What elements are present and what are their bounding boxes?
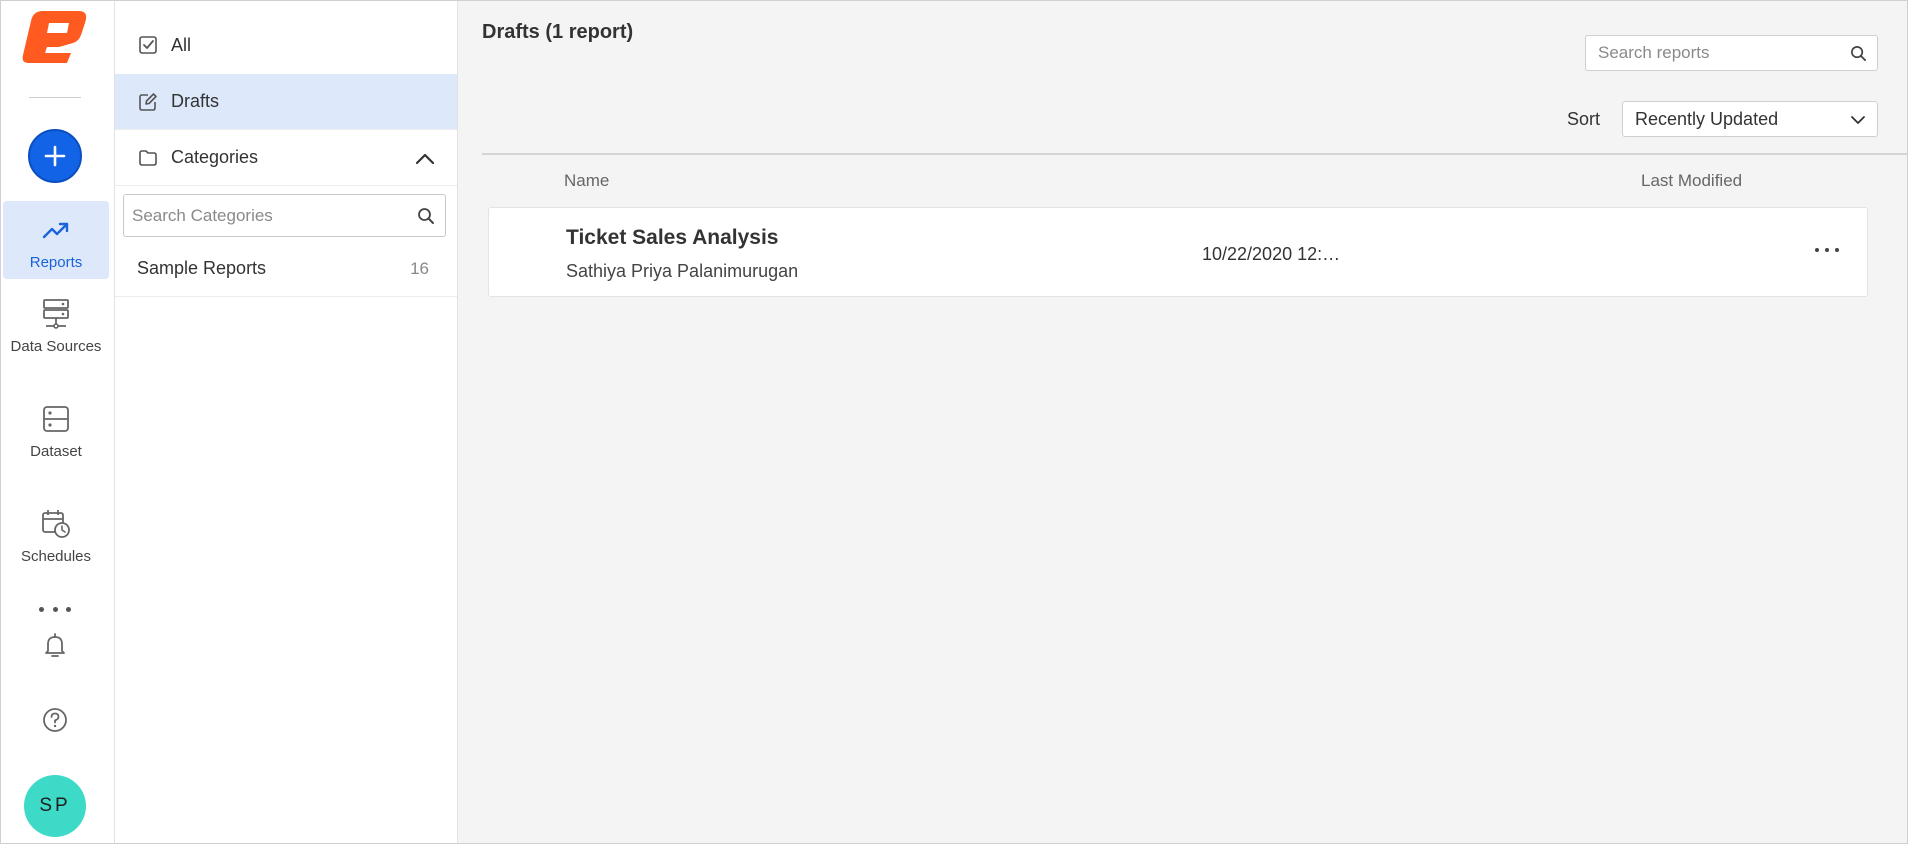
help-button[interactable] <box>39 704 71 736</box>
trending-up-icon <box>42 222 69 239</box>
bell-icon <box>45 633 65 657</box>
rail-divider <box>29 97 81 98</box>
category-panel: All Drafts Categories Search Categories … <box>115 1 458 843</box>
report-more-options-icon[interactable] <box>1815 244 1839 256</box>
help-icon <box>43 708 67 732</box>
search-icon[interactable] <box>1850 45 1867 62</box>
edit-icon <box>139 92 157 111</box>
checkbox-icon <box>139 36 157 54</box>
notifications-button[interactable] <box>39 630 71 662</box>
nav-item-schedules[interactable]: Schedules <box>3 495 109 573</box>
add-button[interactable] <box>28 129 82 183</box>
sort-value: Recently Updated <box>1635 108 1779 129</box>
dataset-icon <box>43 406 69 432</box>
app-logo-icon[interactable] <box>19 7 91 65</box>
report-owner: Sathiya Priya Palanimurugan <box>566 261 799 281</box>
category-group-label: Categories <box>171 147 259 167</box>
main-content: Drafts (1 report) Sort Recently Updated … <box>458 1 1907 843</box>
app-window: Reports Data Sources Dataset Schedules S… <box>0 0 1908 844</box>
nav-label-data-sources: Data Sources <box>10 338 102 355</box>
nav-label-dataset: Dataset <box>30 443 82 460</box>
sort-dropdown[interactable]: Recently Updated <box>1622 101 1878 137</box>
page-title: Drafts (1 report) <box>482 21 634 43</box>
column-header-last-modified[interactable]: Last Modified <box>1641 171 1742 191</box>
folder-icon <box>139 149 157 166</box>
report-last-modified: 10/22/2020 12:… <box>1202 244 1341 264</box>
report-name[interactable]: Ticket Sales Analysis <box>566 226 778 250</box>
category-drafts-label: Drafts <box>171 91 220 111</box>
category-all[interactable]: All <box>115 17 457 73</box>
more-options-icon[interactable] <box>39 601 71 617</box>
user-avatar[interactable]: SP <box>24 775 86 837</box>
category-item-count: 16 <box>410 258 429 278</box>
chevron-down-icon <box>1851 116 1865 124</box>
category-all-label: All <box>171 34 192 55</box>
sort-label: Sort <box>1567 109 1601 129</box>
report-row[interactable]: Ticket Sales Analysis Sathiya Priya Pala… <box>488 207 1868 297</box>
column-header-name[interactable]: Name <box>564 171 609 191</box>
category-drafts[interactable]: Drafts <box>115 74 457 130</box>
search-icon[interactable] <box>417 207 435 225</box>
plus-icon <box>44 145 66 167</box>
category-search <box>123 194 446 237</box>
report-search <box>1585 35 1878 71</box>
server-icon <box>43 299 69 329</box>
report-search-input[interactable] <box>1586 36 1877 70</box>
nav-label-reports: Reports <box>29 254 83 271</box>
category-item-label: Sample Reports <box>137 258 267 278</box>
calendar-clock-icon <box>42 510 70 538</box>
category-search-input[interactable] <box>124 195 445 236</box>
nav-label-schedules: Schedules <box>20 548 92 565</box>
nav-rail: Reports Data Sources Dataset Schedules S… <box>1 1 115 843</box>
nav-item-dataset[interactable]: Dataset <box>3 390 109 468</box>
list-divider <box>482 153 1907 155</box>
category-item-sample-reports[interactable]: Sample Reports 16 <box>115 241 457 297</box>
category-group-header[interactable]: Categories <box>115 130 457 186</box>
nav-item-reports[interactable]: Reports <box>3 201 109 279</box>
nav-item-data-sources[interactable]: Data Sources <box>3 285 109 363</box>
chevron-up-icon[interactable] <box>413 147 437 171</box>
